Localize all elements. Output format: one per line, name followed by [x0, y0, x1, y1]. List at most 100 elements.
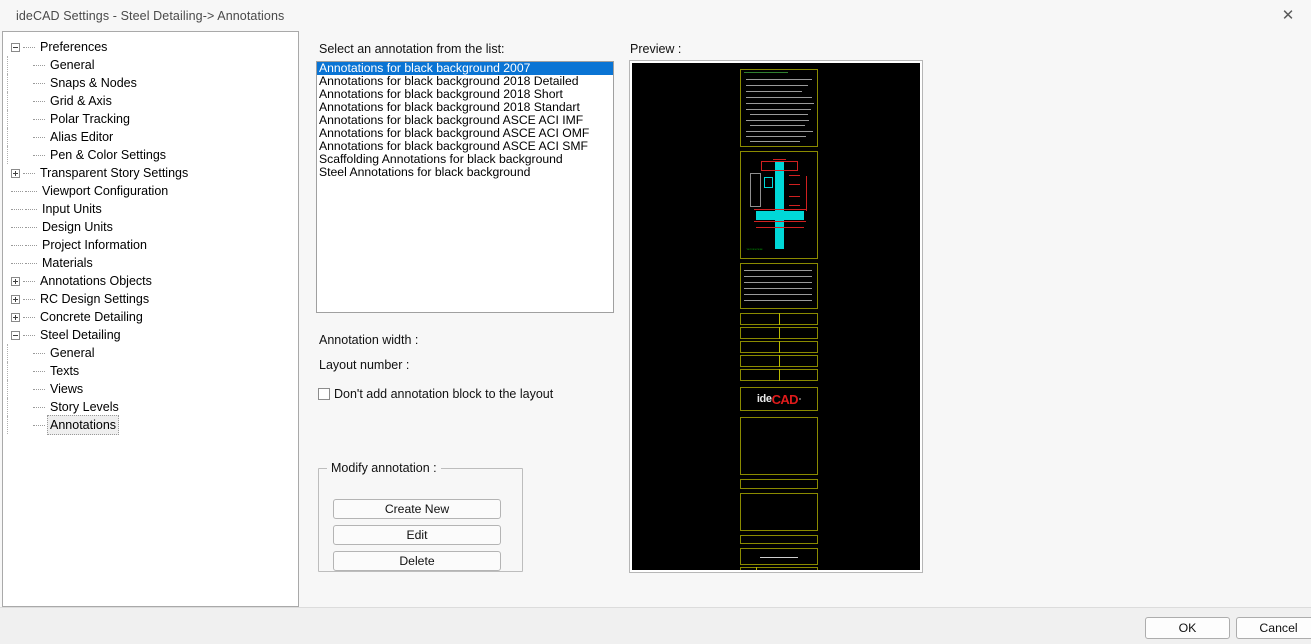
tree-connector-icon: [33, 65, 45, 66]
settings-tree-panel[interactable]: PreferencesGeneralSnaps & NodesGrid & Ax…: [2, 31, 299, 607]
expand-icon[interactable]: [11, 295, 20, 304]
sheet-detail-drawing: * SECTION NOTE REF: [740, 151, 818, 259]
sidebar-item-label: RC Design Settings: [37, 290, 152, 308]
sidebar-item-polar-tracking[interactable]: Polar Tracking: [3, 110, 298, 128]
settings-tree[interactable]: PreferencesGeneralSnaps & NodesGrid & Ax…: [3, 32, 298, 434]
expand-icon[interactable]: [11, 277, 20, 286]
tree-connector-icon: [33, 407, 45, 408]
tree-connector-icon: [11, 209, 23, 210]
ok-button[interactable]: OK: [1145, 617, 1230, 639]
sidebar-item-pen-color-settings[interactable]: Pen & Color Settings: [3, 146, 298, 164]
tree-connector-icon: [25, 191, 37, 192]
sidebar-item-label: Snaps & Nodes: [47, 74, 140, 92]
sidebar-item-label: Story Levels: [47, 398, 122, 416]
sheet-param-grid: [740, 313, 818, 383]
sidebar-item-label: Grid & Axis: [47, 92, 115, 110]
sidebar-item-label: Steel Detailing: [37, 326, 124, 344]
sidebar-item-input-units[interactable]: Input Units: [3, 200, 298, 218]
sidebar-item-steel-detailing[interactable]: Steel Detailing: [3, 326, 298, 344]
dont-add-block-checkbox[interactable]: [318, 388, 330, 400]
idecad-logo: ideCAD R: [742, 388, 816, 410]
tree-connector-icon: [23, 317, 35, 318]
sidebar-item-concrete-detailing[interactable]: Concrete Detailing: [3, 308, 298, 326]
tree-connector-icon: [25, 245, 37, 246]
sidebar-item-annotations[interactable]: Annotations: [3, 416, 298, 434]
sidebar-item-label: Project Information: [39, 236, 150, 254]
tree-connector-icon: [25, 263, 37, 264]
sidebar-item-design-units[interactable]: Design Units: [3, 218, 298, 236]
sidebar-item-label: Concrete Detailing: [37, 308, 146, 326]
sidebar-item-rc-design-settings[interactable]: RC Design Settings: [3, 290, 298, 308]
sidebar-item-texts[interactable]: Texts: [3, 362, 298, 380]
sidebar-item-grid-axis[interactable]: Grid & Axis: [3, 92, 298, 110]
tree-connector-icon: [33, 119, 45, 120]
sidebar-item-story-levels[interactable]: Story Levels: [3, 398, 298, 416]
annotation-width-label: Annotation width :: [319, 333, 418, 347]
sidebar-item-label: Transparent Story Settings: [37, 164, 191, 182]
tree-connector-icon: [25, 209, 37, 210]
sidebar-item-label: Preferences: [37, 38, 110, 56]
sheet-empty-frame-1: [740, 417, 818, 475]
sidebar-item-label: Alias Editor: [47, 128, 116, 146]
tree-connector-icon: [33, 83, 45, 84]
sheet-strip-2: [740, 535, 818, 544]
edit-button[interactable]: Edit: [333, 525, 501, 545]
tree-connector-icon: [11, 227, 23, 228]
tree-indent: [7, 146, 25, 164]
preview-frame: * SECTION NOTE REF: [629, 60, 923, 573]
tree-connector-icon: [23, 299, 35, 300]
collapse-icon[interactable]: [11, 331, 20, 340]
close-icon[interactable]: ✕: [1265, 0, 1311, 31]
logo-cad-text: CAD: [772, 392, 798, 407]
dialog-footer: OK Cancel: [0, 607, 1311, 644]
expand-icon[interactable]: [11, 313, 20, 322]
delete-button[interactable]: Delete: [333, 551, 501, 571]
layout-number-label: Layout number :: [319, 358, 409, 372]
logo-suffix: R: [799, 398, 801, 401]
logo-ide-text: ide: [757, 393, 772, 405]
tree-connector-icon: [33, 425, 45, 426]
preview-canvas: * SECTION NOTE REF: [632, 63, 920, 570]
sidebar-item-label: Polar Tracking: [47, 110, 133, 128]
sidebar-item-snaps-nodes[interactable]: Snaps & Nodes: [3, 74, 298, 92]
sidebar-item-label: Pen & Color Settings: [47, 146, 169, 164]
sidebar-item-label: Materials: [39, 254, 96, 272]
sidebar-item-project-information[interactable]: Project Information: [3, 236, 298, 254]
tree-connector-icon: [33, 389, 45, 390]
sidebar-item-views[interactable]: Views: [3, 380, 298, 398]
sidebar-item-viewport-configuration[interactable]: Viewport Configuration: [3, 182, 298, 200]
expand-icon[interactable]: [11, 169, 20, 178]
sidebar-item-general[interactable]: General: [3, 56, 298, 74]
modify-annotation-group: Modify annotation : Create New Edit Dele…: [318, 468, 523, 572]
create-new-button[interactable]: Create New: [333, 499, 501, 519]
tree-indent: [7, 362, 25, 380]
title-bar: ideCAD Settings - Steel Detailing-> Anno…: [0, 0, 1311, 31]
sidebar-item-preferences[interactable]: Preferences: [3, 38, 298, 56]
tree-indent: [7, 344, 25, 362]
modify-annotation-title: Modify annotation :: [327, 461, 441, 475]
sidebar-item-label: General: [47, 56, 97, 74]
annotation-list-item[interactable]: Steel Annotations for black background: [317, 166, 613, 179]
annotation-list[interactable]: Annotations for black background 2007Ann…: [316, 61, 614, 313]
tree-indent: [7, 128, 25, 146]
tree-connector-icon: [33, 371, 45, 372]
sidebar-item-alias-editor[interactable]: Alias Editor: [3, 128, 298, 146]
sheet-empty-frame-2: [740, 493, 818, 531]
tree-indent: [7, 56, 25, 74]
sidebar-item-label: Annotations Objects: [37, 272, 155, 290]
sidebar-item-general[interactable]: General: [3, 344, 298, 362]
tree-connector-icon: [33, 353, 45, 354]
sidebar-item-transparent-story-settings[interactable]: Transparent Story Settings: [3, 164, 298, 182]
sheet-title-text: [760, 557, 798, 558]
sidebar-item-label: Texts: [47, 362, 82, 380]
collapse-icon[interactable]: [11, 43, 20, 52]
tree-connector-icon: [33, 101, 45, 102]
cancel-button[interactable]: Cancel: [1236, 617, 1311, 639]
sidebar-item-annotations-objects[interactable]: Annotations Objects: [3, 272, 298, 290]
dont-add-block-checkbox-row[interactable]: Don't add annotation block to the layout: [318, 387, 553, 401]
tree-connector-icon: [11, 245, 23, 246]
dont-add-block-label: Don't add annotation block to the layout: [334, 387, 553, 401]
sidebar-item-materials[interactable]: Materials: [3, 254, 298, 272]
tree-indent: [7, 74, 25, 92]
sheet-revision-rows: [740, 567, 818, 570]
